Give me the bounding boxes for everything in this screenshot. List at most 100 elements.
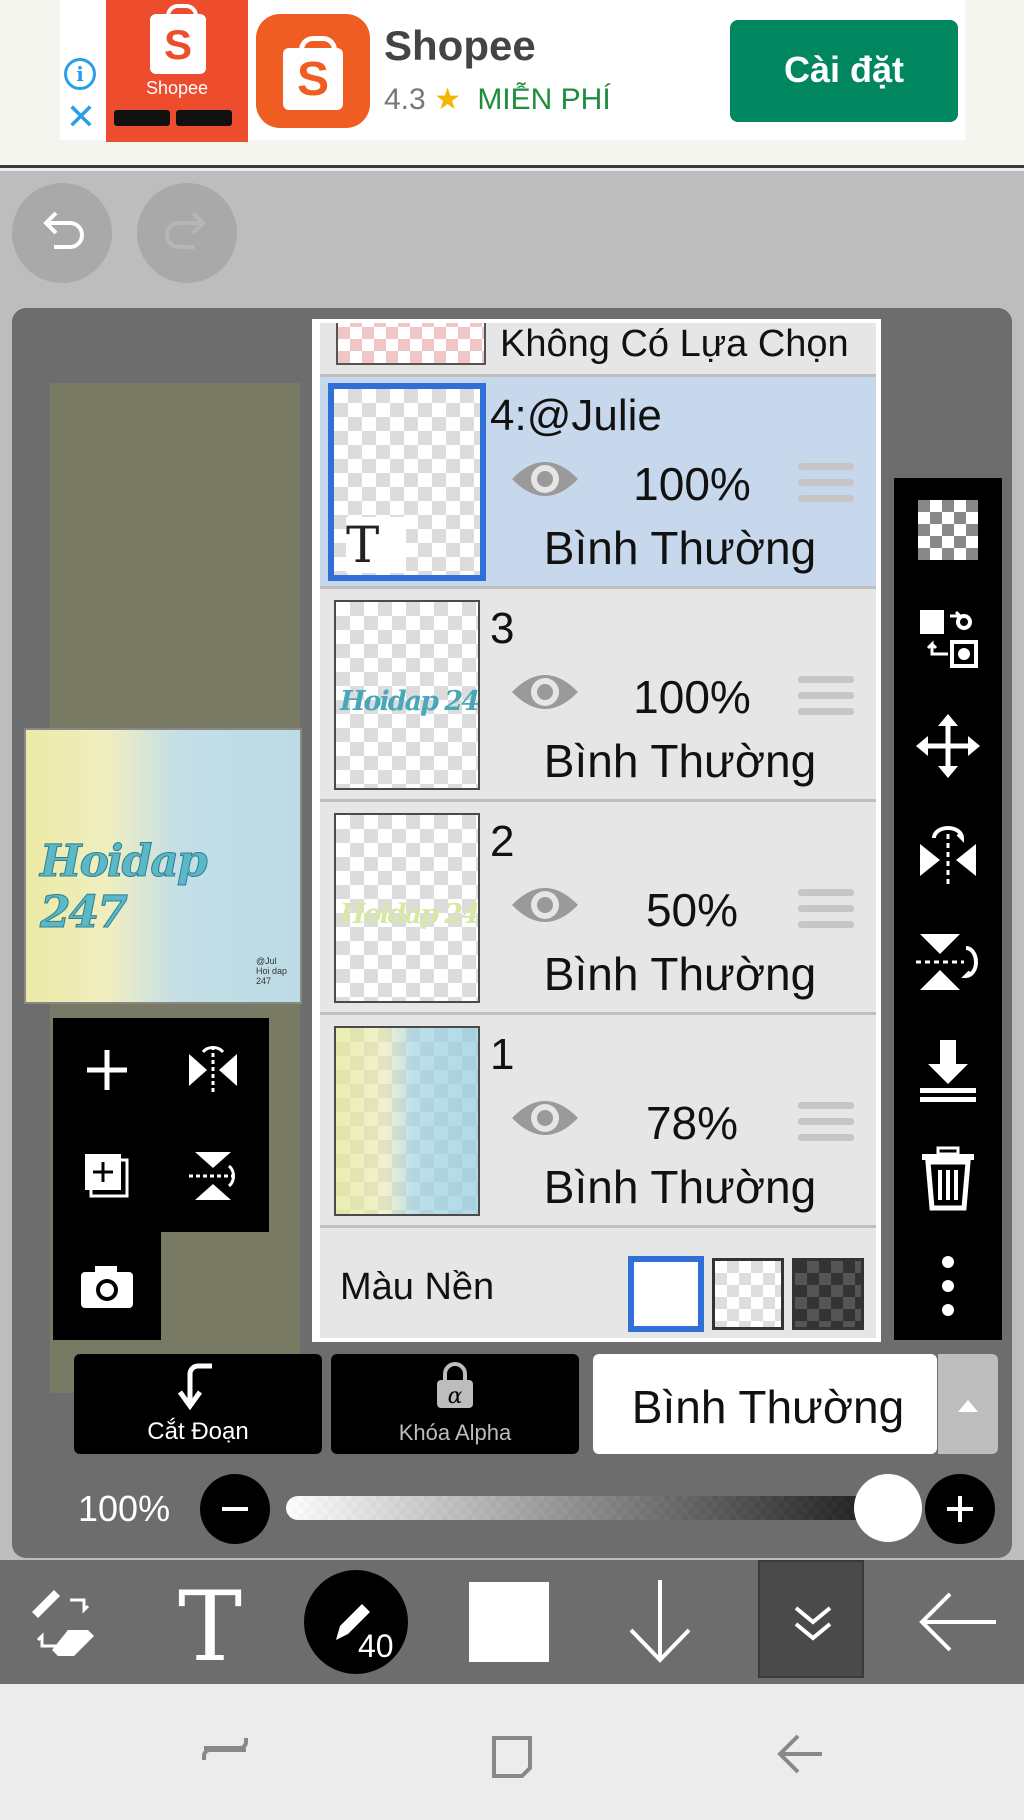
brush-icon bbox=[304, 1570, 408, 1674]
background-color-row: Màu Nền bbox=[320, 1238, 876, 1338]
drag-handle-icon[interactable] bbox=[798, 463, 854, 507]
expand-menu-button[interactable] bbox=[758, 1560, 864, 1678]
layer-blend-mode: Bình Thường bbox=[543, 948, 817, 1000]
background-white-swatch[interactable] bbox=[628, 1256, 704, 1332]
drag-handle-icon[interactable] bbox=[798, 1102, 854, 1146]
recent-apps-icon bbox=[202, 1738, 248, 1760]
ad-price: MIỄN PHÍ bbox=[477, 83, 611, 116]
redo-button[interactable] bbox=[137, 183, 237, 283]
color-button[interactable] bbox=[455, 1560, 565, 1684]
layer-thumbnail: Hoidap 24 bbox=[334, 813, 480, 1003]
ad-info-icon[interactable]: i bbox=[64, 58, 96, 90]
merge-down-button[interactable] bbox=[914, 1036, 982, 1104]
visibility-eye-icon[interactable] bbox=[508, 877, 582, 933]
layer-tools-extra bbox=[53, 1232, 161, 1340]
swap-button[interactable] bbox=[914, 604, 982, 672]
checkerboard-icon bbox=[918, 500, 978, 560]
move-button[interactable] bbox=[914, 712, 982, 780]
canvas-preview[interactable]: Hoidap 247 @Jul Hoi dap 247 bbox=[24, 728, 302, 1004]
blend-mode-select[interactable]: Bình Thường bbox=[593, 1354, 937, 1454]
more-options-button[interactable] bbox=[914, 1252, 982, 1320]
camera-button[interactable] bbox=[77, 1256, 137, 1316]
shopee-bag-icon: S bbox=[150, 4, 206, 74]
undo-button[interactable] bbox=[12, 183, 112, 283]
back-button[interactable] bbox=[900, 1560, 1010, 1684]
layer-thumbnail bbox=[334, 1026, 480, 1216]
ad-close-icon[interactable]: ✕ bbox=[64, 99, 98, 135]
layer-down-button[interactable] bbox=[605, 1560, 715, 1684]
install-button[interactable]: Cài đặt bbox=[730, 20, 958, 122]
layer-tools bbox=[53, 1018, 269, 1232]
layer-row[interactable]: Hoidap 24 3 100% Bình Thường bbox=[320, 590, 876, 802]
flip-vertical-button[interactable] bbox=[914, 928, 982, 996]
ad-app-icon[interactable]: S bbox=[256, 14, 370, 128]
transparency-button[interactable] bbox=[914, 496, 982, 564]
ad-app-name[interactable]: Shopee bbox=[384, 22, 536, 70]
bottom-toolbar: T 40 bbox=[0, 1560, 1024, 1684]
alpha-lock-button[interactable]: α Khóa Alpha bbox=[331, 1354, 579, 1454]
flip-horizontal-button[interactable] bbox=[914, 820, 982, 888]
flip-vertical-icon bbox=[189, 1152, 237, 1200]
opacity-increase-button[interactable] bbox=[925, 1474, 995, 1544]
ad-image-brand: Shopee bbox=[145, 78, 209, 98]
recent-apps-button[interactable] bbox=[196, 1724, 256, 1784]
transform-toolbar bbox=[894, 478, 1002, 1340]
flip-horizontal-icon bbox=[189, 1046, 237, 1094]
shopee-logo-icon: S bbox=[283, 36, 343, 110]
plus-icon bbox=[87, 1050, 127, 1090]
delete-layer-button[interactable] bbox=[914, 1144, 982, 1212]
svg-text:α: α bbox=[448, 1384, 463, 1409]
opacity-decrease-button[interactable] bbox=[200, 1474, 270, 1544]
system-navigation-bar bbox=[0, 1684, 1024, 1820]
layer-blend-mode: Bình Thường bbox=[543, 522, 817, 574]
star-icon: ★ bbox=[434, 83, 461, 116]
clip-arrow-icon bbox=[178, 1363, 212, 1410]
alpha-lock-icon: α bbox=[437, 1362, 473, 1409]
preview-artwork-text: Hoidap 247 bbox=[40, 836, 209, 939]
blend-mode-dropdown-button[interactable] bbox=[938, 1354, 998, 1454]
thumbnail-text: Hoidap 24 bbox=[340, 899, 479, 930]
layer-opacity: 78% bbox=[645, 1097, 739, 1149]
text-tool-button[interactable]: T bbox=[155, 1560, 265, 1684]
flip-vertical-button[interactable] bbox=[183, 1146, 243, 1206]
selection-layer-row[interactable]: Không Có Lựa Chọn bbox=[320, 323, 876, 377]
layer-row[interactable]: Hoidap 24 2 50% Bình Thường bbox=[320, 803, 876, 1015]
layer-opacity: 100% bbox=[633, 671, 751, 723]
visibility-eye-icon[interactable] bbox=[508, 1090, 582, 1146]
flip-horizontal-button[interactable] bbox=[183, 1040, 243, 1100]
clipping-button[interactable]: Cắt Đoạn bbox=[74, 1354, 322, 1454]
selection-thumbnail bbox=[336, 323, 486, 365]
drag-handle-icon[interactable] bbox=[798, 889, 854, 933]
system-back-button[interactable] bbox=[770, 1724, 830, 1784]
ad-banner[interactable]: i ✕ S Shopee S Shopee 4.3 ★ MIỄN PHÍ Cài… bbox=[0, 0, 1024, 168]
ad-rating: 4.3 ★ MIỄN PHÍ bbox=[384, 82, 611, 117]
copy-plus-icon bbox=[85, 1154, 129, 1198]
brush-size-button[interactable]: 40 bbox=[300, 1560, 410, 1684]
visibility-eye-icon[interactable] bbox=[508, 451, 582, 507]
opacity-slider[interactable] bbox=[286, 1496, 898, 1520]
visibility-eye-icon[interactable] bbox=[508, 664, 582, 720]
background-dark-swatch[interactable] bbox=[792, 1258, 864, 1330]
merge-down-icon bbox=[920, 1040, 976, 1102]
blend-mode-value: Bình Thường bbox=[631, 1381, 905, 1433]
layers-panel: Không Có Lựa Chọn T 4:@Julie 100% Bình T… bbox=[312, 319, 881, 1342]
clipping-label: Cắt Đoạn bbox=[147, 1418, 249, 1445]
pen-eraser-toggle-button[interactable] bbox=[8, 1560, 118, 1684]
add-layer-button[interactable] bbox=[77, 1040, 137, 1100]
gradient-fill bbox=[336, 1028, 478, 1214]
layer-row[interactable]: T 4:@Julie 100% Bình Thường bbox=[320, 377, 876, 589]
layer-name: 2 bbox=[490, 817, 515, 866]
swap-icon bbox=[920, 610, 978, 668]
duplicate-layer-button[interactable] bbox=[77, 1146, 137, 1206]
home-button[interactable] bbox=[482, 1724, 542, 1784]
layer-name: 1 bbox=[490, 1030, 515, 1079]
store-badges bbox=[114, 110, 240, 126]
opacity-slider-handle[interactable] bbox=[854, 1474, 922, 1542]
layer-row[interactable]: 1 78% Bình Thường bbox=[320, 1016, 876, 1228]
layer-name: 3 bbox=[490, 604, 515, 653]
layer-thumbnail: T bbox=[328, 383, 486, 581]
minus-icon bbox=[222, 1507, 248, 1511]
ad-image[interactable]: S Shopee bbox=[106, 0, 248, 142]
drag-handle-icon[interactable] bbox=[798, 676, 854, 720]
background-transparent-swatch[interactable] bbox=[712, 1258, 784, 1330]
